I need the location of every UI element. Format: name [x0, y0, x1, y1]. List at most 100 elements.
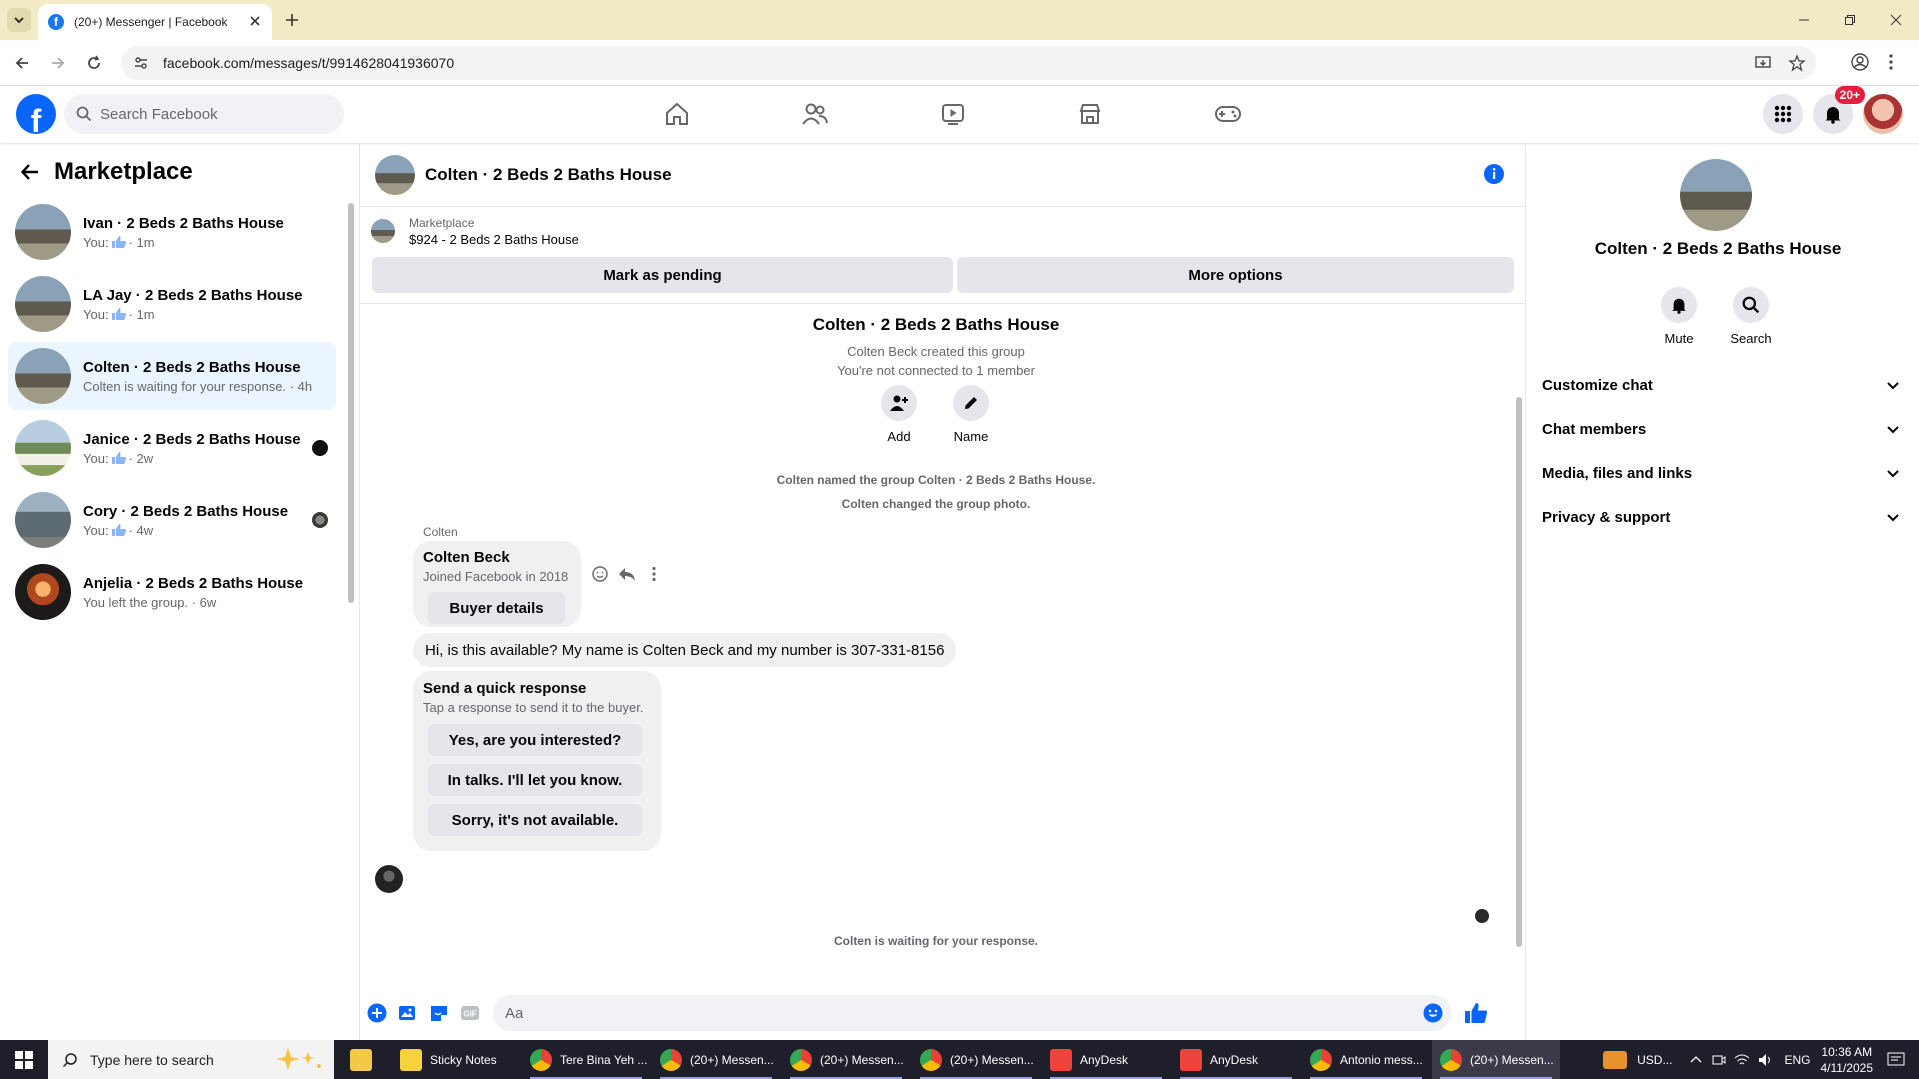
browser-tab-active[interactable]: f (20+) Messenger | Facebook [38, 4, 272, 40]
taskbar-app[interactable]: AnyDesk [1042, 1040, 1170, 1079]
conversation-item[interactable]: LA Jay · 2 Beds 2 Baths House You: · 1m [8, 270, 336, 338]
taskbar-app[interactable]: Tere Bina Yeh ... [522, 1040, 650, 1079]
waiting-status: Colten is waiting for your response. [833, 934, 1039, 948]
notifications-button[interactable]: 20+ [1813, 86, 1865, 134]
taskbar-app-active[interactable]: (20+) Messen... [1432, 1040, 1560, 1079]
chat-panel: Colten · 2 Beds 2 Baths House Marketplac… [361, 143, 1525, 1040]
new-tab-plus-icon[interactable] [282, 10, 302, 30]
send-like-icon[interactable] [1464, 1002, 1488, 1024]
conversation-item-active[interactable]: Colten · 2 Beds 2 Baths House Colten is … [8, 342, 336, 410]
emoji-icon[interactable] [1423, 1003, 1443, 1023]
back-arrow-icon[interactable] [20, 162, 40, 182]
quick-response-option[interactable]: Sorry, it's not available. [428, 804, 642, 836]
back-arrow-icon[interactable] [10, 51, 34, 75]
windows-start-icon[interactable] [0, 1040, 48, 1079]
conversation-item[interactable]: Janice · 2 Beds 2 Baths House You: · 2w [8, 414, 336, 482]
menu-grid-button[interactable] [1763, 94, 1803, 134]
volume-icon[interactable] [1758, 1053, 1774, 1067]
marketplace-listing-banner[interactable]: Marketplace $924 - 2 Beds 2 Baths House [371, 215, 1515, 247]
nav-marketplace[interactable] [1035, 90, 1145, 138]
nav-friends[interactable] [760, 90, 870, 138]
conversation-name: Anjelia · 2 Beds 2 Baths House [83, 574, 304, 592]
chat-scrollbar[interactable] [1513, 307, 1525, 967]
chrome-icon [660, 1048, 682, 1071]
taskbar-app[interactable]: AnyDesk [1172, 1040, 1300, 1079]
name-group-button[interactable]: Name [936, 385, 1006, 444]
browser-menu-icon[interactable] [1888, 52, 1894, 72]
restore-icon[interactable] [1827, 0, 1873, 40]
info-icon[interactable] [1483, 163, 1505, 185]
chat-members-section[interactable]: Chat members [1542, 407, 1904, 451]
account-avatar[interactable] [1863, 94, 1903, 134]
taskbar-search[interactable]: Type here to search [48, 1040, 334, 1079]
conversation-item[interactable]: Anjelia · 2 Beds 2 Baths House You left … [8, 558, 336, 626]
forward-arrow-icon[interactable] [46, 51, 70, 75]
omnibox[interactable]: facebook.com/messages/t/9914628041936070 [121, 46, 1816, 80]
reload-icon[interactable] [82, 51, 106, 75]
pencil-icon [962, 394, 980, 412]
conversation-list-scrollbar[interactable] [347, 193, 355, 613]
taskbar-app[interactable]: (20+) Messen... [782, 1040, 910, 1079]
more-dots-icon[interactable] [645, 565, 663, 583]
customize-chat-section[interactable]: Customize chat [1542, 363, 1904, 407]
add-member-button[interactable]: Add [864, 385, 934, 444]
facebook-top-nav: f 20+ [0, 86, 1919, 143]
gif-icon[interactable]: GIF [460, 1003, 480, 1023]
conversation-item[interactable]: Cory · 2 Beds 2 Baths House You: · 4w [8, 486, 336, 554]
file-explorer-taskbar-icon[interactable] [342, 1040, 392, 1079]
plus-circle-icon[interactable] [367, 1003, 387, 1023]
chat-header: Colten · 2 Beds 2 Baths House [361, 143, 1525, 207]
taskbar-app[interactable]: Antonio mess... [1302, 1040, 1430, 1079]
conversation-item[interactable]: Ivan · 2 Beds 2 Baths House You: · 1m [8, 198, 336, 266]
facebook-search-input[interactable] [100, 105, 320, 123]
conversation-name: LA Jay · 2 Beds 2 Baths House [83, 286, 303, 304]
chat-title[interactable]: Colten · 2 Beds 2 Baths House [425, 165, 672, 185]
nav-gaming[interactable] [1173, 90, 1283, 138]
more-options-button[interactable]: More options [957, 257, 1514, 293]
react-emoji-icon[interactable] [591, 565, 609, 583]
facebook-logo-icon[interactable]: f [16, 94, 56, 134]
search-label: Search [1730, 331, 1772, 346]
minimize-icon[interactable] [1781, 0, 1827, 40]
quick-response-option[interactable]: Yes, are you interested? [428, 724, 642, 756]
conversation-name: Cory · 2 Beds 2 Baths House [83, 502, 289, 520]
clock[interactable]: 10:36 AM 4/11/2025 [1821, 1044, 1874, 1076]
reply-icon[interactable] [617, 565, 637, 583]
privacy-support-section[interactable]: Privacy & support [1542, 495, 1904, 539]
gaming-icon [1214, 102, 1242, 126]
taskbar-app[interactable]: (20+) Messen... [652, 1040, 780, 1079]
mark-as-pending-button[interactable]: Mark as pending [372, 257, 953, 293]
message-input[interactable] [505, 1004, 1385, 1022]
nav-video[interactable] [898, 90, 1008, 138]
facebook-search[interactable] [64, 94, 344, 134]
sticker-icon[interactable] [429, 1003, 449, 1023]
chevron-up-icon[interactable] [1690, 1054, 1702, 1066]
taskbar-app[interactable]: (20+) Messen... [912, 1040, 1040, 1079]
close-tab-icon[interactable] [248, 14, 262, 28]
nav-home[interactable] [622, 90, 732, 138]
chat-avatar[interactable] [375, 154, 415, 195]
install-app-icon[interactable] [1754, 54, 1772, 72]
listing-thumbnail [15, 348, 71, 404]
quick-response-option[interactable]: In talks. I'll let you know. [428, 764, 642, 796]
listing-thumbnail [15, 492, 71, 548]
bookmark-star-icon[interactable] [1788, 54, 1806, 72]
media-files-links-section[interactable]: Media, files and links [1542, 451, 1904, 495]
wifi-icon[interactable] [1734, 1053, 1750, 1067]
meet-now-icon[interactable] [1712, 1053, 1726, 1067]
friends-icon [801, 101, 829, 127]
group-photo[interactable] [1680, 159, 1752, 231]
language-indicator[interactable]: ENG [1784, 1053, 1810, 1067]
marketplace-icon [1077, 101, 1103, 127]
buyer-details-button[interactable]: Buyer details [428, 592, 565, 624]
currency-widget[interactable]: USD... [1603, 1050, 1672, 1069]
mute-button[interactable]: Mute [1649, 287, 1709, 346]
taskbar-app[interactable]: Sticky Notes [392, 1040, 520, 1079]
profile-icon[interactable] [1850, 52, 1870, 72]
notification-center-icon[interactable] [1887, 1052, 1905, 1068]
close-window-icon[interactable] [1873, 0, 1919, 40]
search-in-conversation-button[interactable]: Search [1721, 287, 1781, 346]
site-info-icon[interactable] [133, 55, 149, 71]
tab-search-dropdown-icon[interactable] [7, 8, 31, 32]
photo-icon[interactable] [398, 1003, 418, 1023]
